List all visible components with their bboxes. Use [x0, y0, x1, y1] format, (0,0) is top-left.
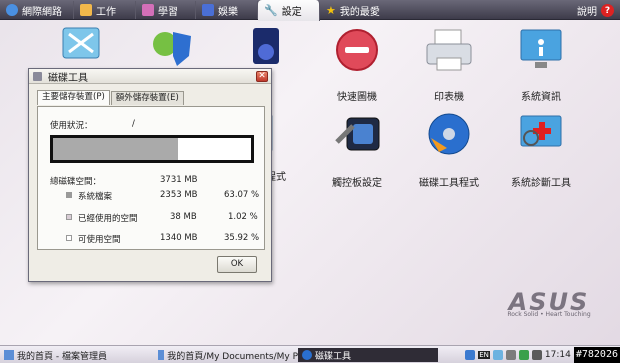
top-tab-bar: 網際網路 工作 學習 娛樂 🔧 設定 ★ 我的最愛 說明 ? [0, 0, 620, 21]
power-button-icon [329, 26, 385, 82]
swatch-system-files [66, 192, 72, 198]
tab-learning[interactable]: 學習 [136, 1, 196, 19]
folder-icon [80, 4, 92, 16]
taskbar-item-disk-utility[interactable]: 磁碟工具 [298, 348, 438, 362]
storage-panel: 使用狀況： / 總磁碟空間： 3731 MB 系統檔案 2353 MB 63.0… [37, 106, 265, 250]
language-indicator[interactable]: EN [478, 351, 490, 359]
system-tray: EN 17:14 #782026 [465, 347, 620, 363]
tab-label: 網際網路 [22, 6, 62, 18]
icon-label: 磁碟工具程式 [419, 178, 479, 189]
window-icon [33, 71, 42, 81]
usage-path: / [132, 119, 135, 129]
row-percent: 1.02 % [228, 212, 258, 222]
dialog-titlebar[interactable]: 磁碟工具 ✕ [29, 69, 271, 84]
folder-icon [4, 350, 14, 360]
diagnostics-icon [513, 112, 569, 168]
taskbar-item-label: 我的首頁 - 檔案管理員 [17, 351, 107, 362]
usage-bar-fill [53, 138, 178, 160]
row-label: 系統檔案 [78, 192, 113, 202]
total-label: 總磁碟空間： [50, 177, 102, 187]
row-percent: 63.07 % [224, 190, 260, 200]
help-label: 說明 [577, 7, 597, 18]
taskbar-item-label: 磁碟工具 [315, 351, 352, 362]
taskbar-item-documents[interactable]: 我的首頁/My Documents/My P [158, 348, 298, 362]
tab-entertainment[interactable]: 娛樂 [196, 1, 258, 19]
disk-icon [302, 350, 312, 360]
row-label: 已經使用的空間 [78, 214, 138, 224]
row-value: 38 MB [170, 212, 197, 222]
taskbar: 我的首頁 - 檔案管理員 我的首頁/My Documents/My P 磁碟工具… [0, 345, 620, 363]
battery-icon[interactable] [518, 350, 529, 360]
media-icon [202, 4, 214, 16]
asus-tagline: Rock Solid • Heart Touching [507, 311, 591, 318]
taskbar-item-file-manager[interactable]: 我的首頁 - 檔案管理員 [4, 348, 150, 362]
usage-label: 使用狀況： [50, 121, 93, 131]
usage-bar [50, 135, 254, 163]
desktop-icon-disk-utility[interactable]: 磁碟工具程式 [404, 112, 494, 189]
help-button[interactable]: 說明 ? [577, 3, 614, 18]
icon-label: 觸控板設定 [332, 178, 382, 189]
tab-label: 娛樂 [218, 6, 238, 18]
dialog-title: 磁碟工具 [48, 72, 88, 84]
tab-label: 學習 [158, 6, 178, 18]
desktop-icon-quick-shutdown[interactable]: 快速圖機 [312, 26, 402, 103]
desktop-icon-touchpad-settings[interactable]: 觸控板設定 [312, 112, 402, 189]
folder-icon [158, 350, 165, 360]
swatch-used-space [66, 214, 72, 220]
desktop-icon-system-diagnostics[interactable]: 系統診斷工具 [496, 112, 586, 189]
volume-icon[interactable] [505, 350, 516, 360]
keyboard-icon[interactable] [531, 350, 542, 360]
counter-badge: #782026 [573, 347, 620, 363]
total-value: 3731 MB [160, 175, 198, 185]
tab-internet[interactable]: 網際網路 [0, 1, 74, 19]
printer-icon [421, 26, 477, 82]
wifi-icon[interactable] [465, 350, 476, 360]
icon-label: 印表機 [434, 92, 464, 103]
ok-button[interactable]: OK [217, 256, 257, 273]
wrench-icon: 🔧 [264, 4, 278, 17]
monitor-info-icon [513, 26, 569, 82]
tab-extra-storage[interactable]: 額外儲存裝置(E) [110, 91, 184, 105]
icon-label: 系統診斷工具 [511, 178, 571, 189]
tab-label: 設定 [281, 7, 302, 18]
disk-icon [421, 112, 477, 168]
globe-icon [6, 4, 18, 16]
row-value: 2353 MB [160, 190, 198, 200]
icon-label: 系統資訊 [521, 92, 561, 103]
taskbar-item-label: 我的首頁/My Documents/My P [167, 351, 298, 362]
tab-work[interactable]: 工作 [74, 1, 136, 19]
desktop-icon-system-info[interactable]: 系統資訊 [496, 26, 586, 103]
tab-primary-storage[interactable]: 主要儲存裝置(P) [37, 90, 110, 105]
dialog-tabs: 主要儲存裝置(P) 額外儲存裝置(E) [37, 90, 185, 105]
help-icon: ? [601, 4, 614, 17]
network-icon[interactable] [492, 350, 503, 360]
star-icon: ★ [326, 3, 336, 17]
disk-utility-dialog: 磁碟工具 ✕ 主要儲存裝置(P) 額外儲存裝置(E) 使用狀況： / 總磁碟空間… [28, 68, 272, 282]
row-value: 1340 MB [160, 233, 198, 243]
row-percent: 35.92 % [224, 233, 260, 243]
tab-label: 我的最愛 [339, 6, 380, 18]
book-icon [142, 4, 154, 16]
icon-label: 快速圖機 [337, 92, 377, 103]
tab-settings[interactable]: 🔧 設定 [258, 0, 320, 21]
close-icon[interactable]: ✕ [256, 71, 268, 82]
icon-label: 程式 [266, 172, 286, 183]
row-label: 可使用空間 [78, 235, 121, 245]
touchpad-icon [329, 112, 385, 168]
tab-label: 工作 [96, 6, 116, 18]
swatch-free-space [66, 235, 72, 241]
tab-favorites[interactable]: ★ 我的最愛 [320, 1, 400, 19]
desktop-icon-printer[interactable]: 印表機 [404, 26, 494, 103]
clock: 17:14 [544, 350, 571, 360]
